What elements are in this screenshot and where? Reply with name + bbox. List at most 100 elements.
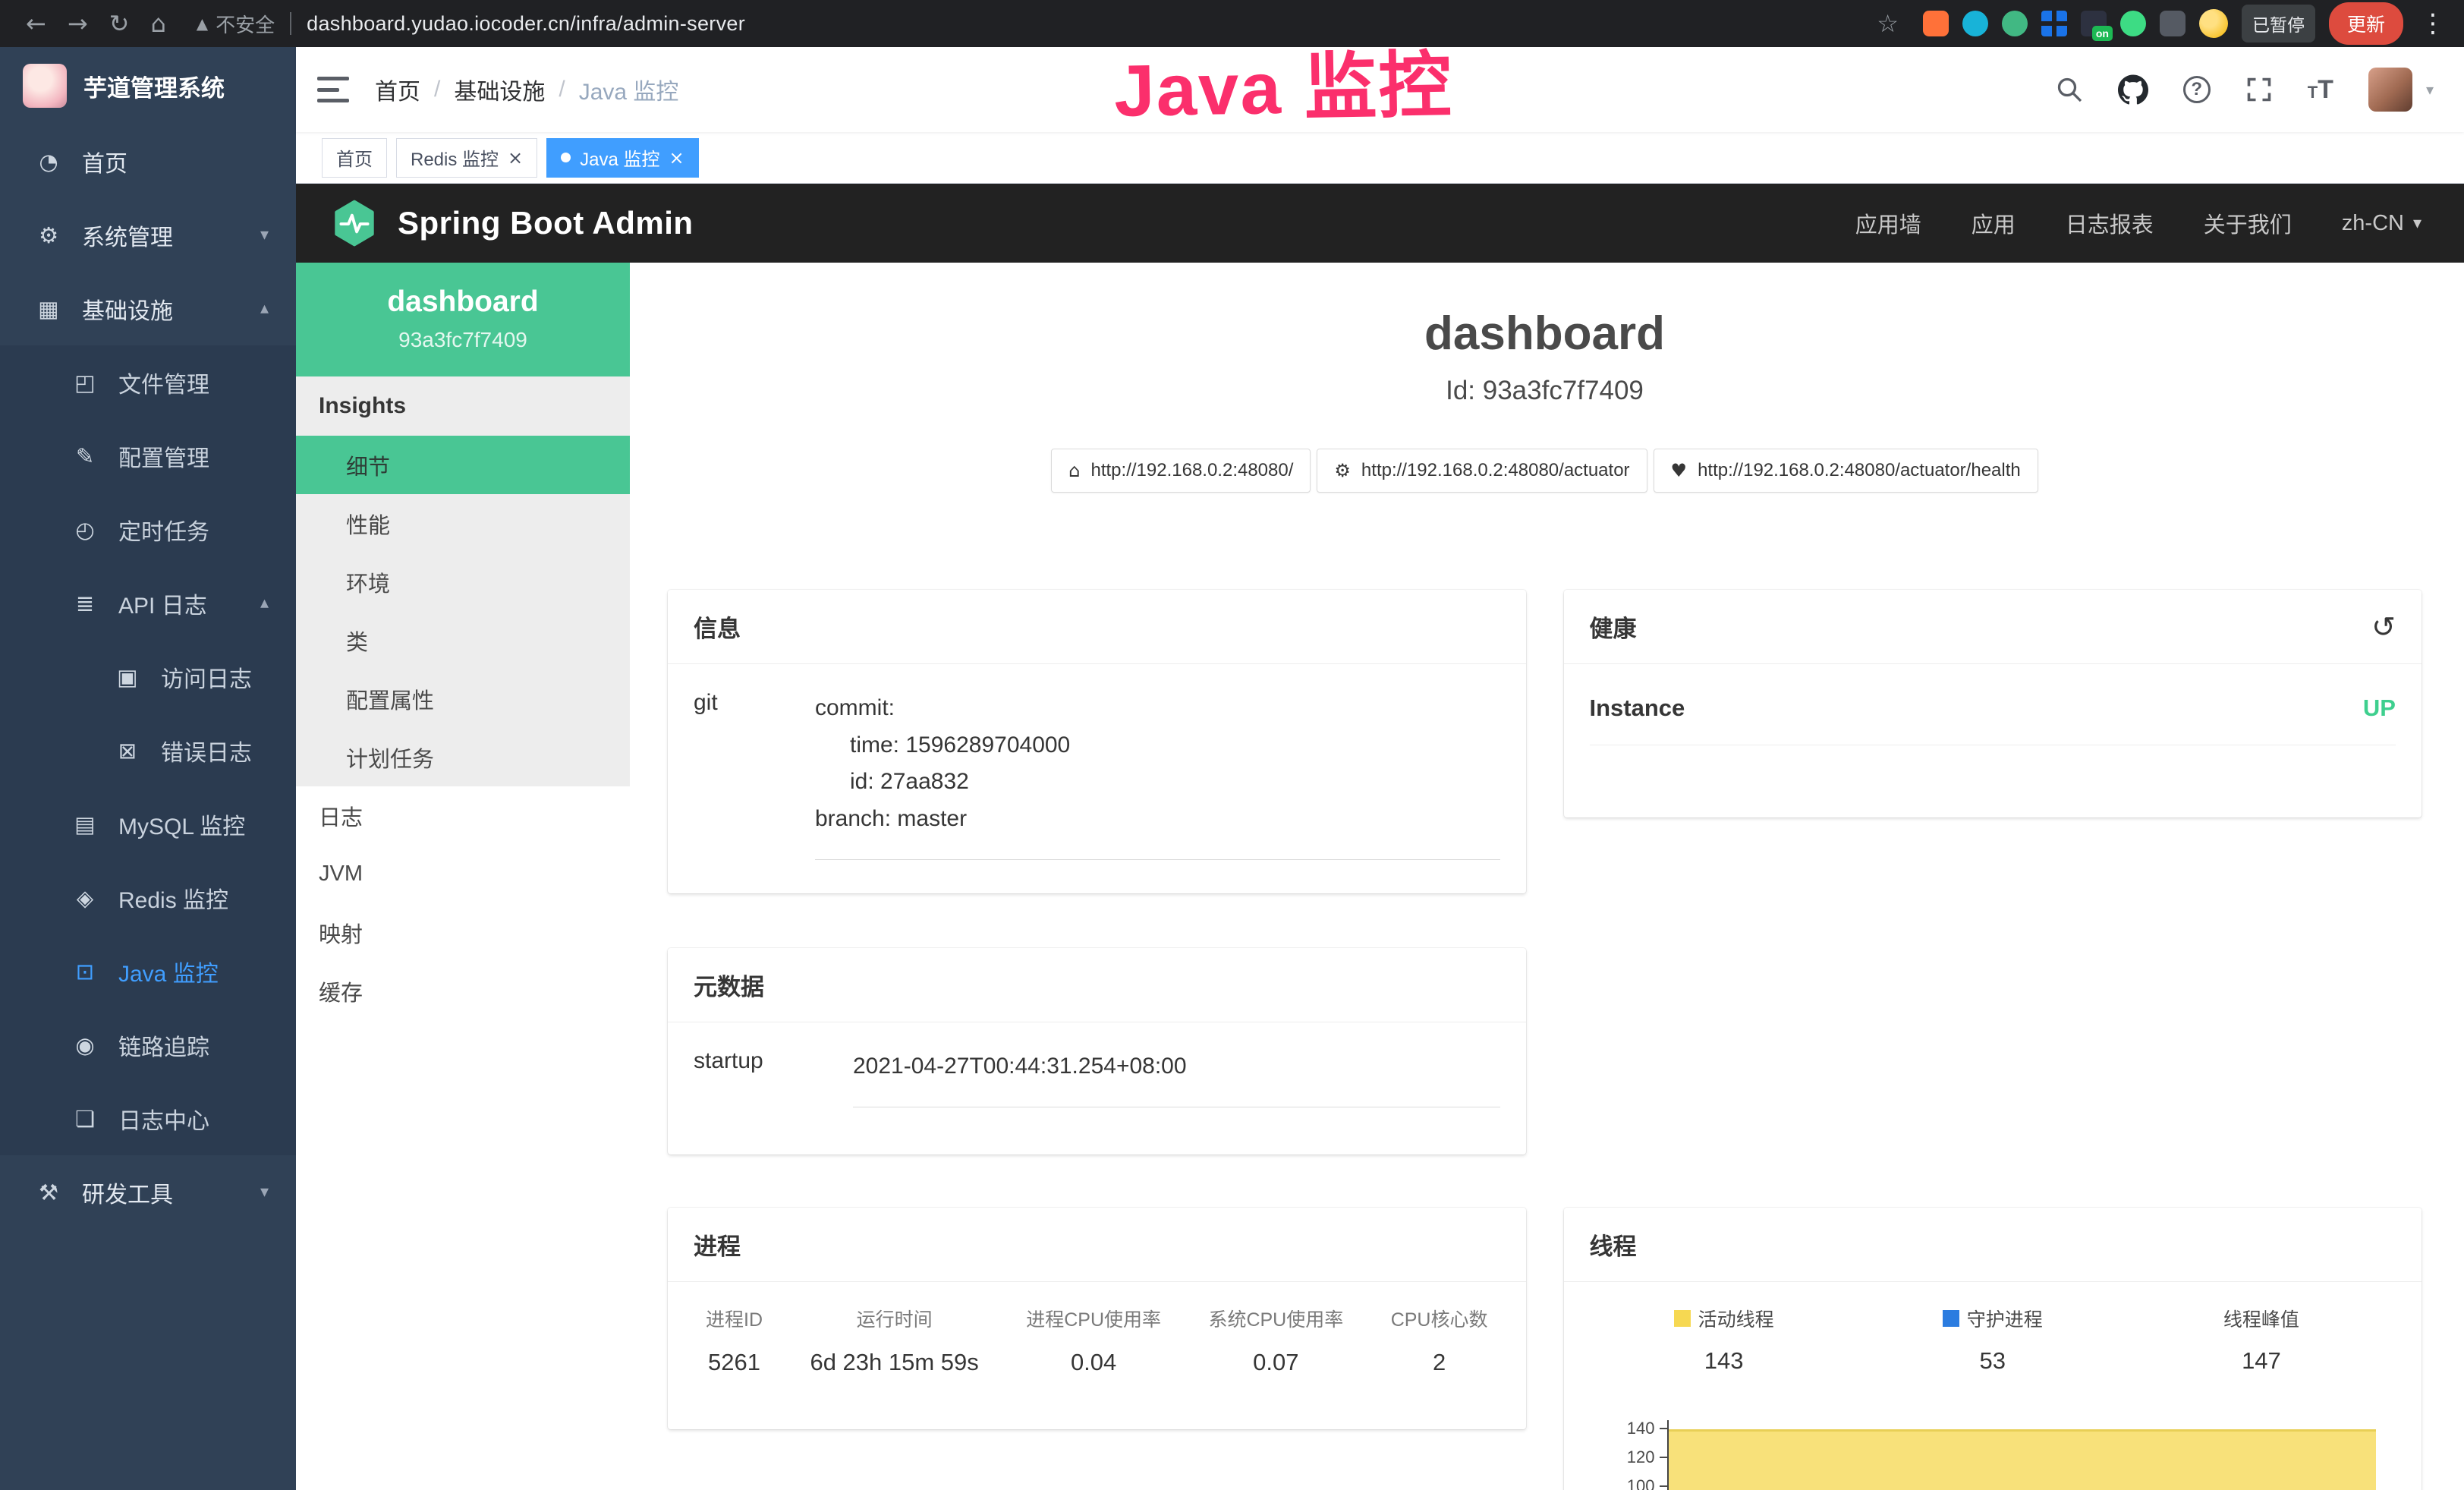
paused-badge[interactable]: 已暂停 bbox=[2242, 5, 2315, 43]
sidebar-item-error-log[interactable]: ⊠ 错误日志 bbox=[0, 713, 296, 787]
extension-icon-pin[interactable] bbox=[1962, 11, 1988, 36]
sidebar-item-label: 文件管理 bbox=[118, 366, 209, 399]
extension-icon-fox[interactable] bbox=[1923, 11, 1949, 36]
log-center-icon: ❏ bbox=[71, 1106, 99, 1132]
redis-icon: ◈ bbox=[71, 885, 99, 911]
extension-icon-switch[interactable]: on bbox=[2081, 11, 2107, 36]
sba-item-caches[interactable]: 缓存 bbox=[296, 962, 630, 1020]
sba-item-environment[interactable]: 环境 bbox=[296, 553, 630, 611]
item-label: 细节 bbox=[346, 449, 390, 481]
health-url-link[interactable]: ♥ http://192.168.0.2:48080/actuator/heal… bbox=[1654, 449, 2038, 493]
chevron-down-icon: ▾ bbox=[2413, 214, 2422, 233]
url-text[interactable]: dashboard.yudao.iocoder.cn/infra/admin-s… bbox=[307, 12, 745, 36]
sba-nav: 应用墙 应用 日志报表 关于我们 zh-CN ▾ bbox=[1855, 207, 2422, 239]
update-button[interactable]: 更新 bbox=[2329, 2, 2403, 45]
sidebar-item-tracing[interactable]: ◉ 链路追踪 bbox=[0, 1008, 296, 1082]
sba-nav-about[interactable]: 关于我们 bbox=[2204, 207, 2292, 239]
sba-item-logs[interactable]: 日志 bbox=[296, 786, 630, 845]
sba-item-mappings[interactable]: 映射 bbox=[296, 903, 630, 962]
collapse-sidebar-icon[interactable] bbox=[317, 77, 349, 102]
extension-icon-puzzle[interactable] bbox=[2160, 11, 2186, 36]
sidebar-item-dev-tools[interactable]: ⚒ 研发工具 ▾ bbox=[0, 1155, 296, 1229]
sidebar-item-access-log[interactable]: ▣ 访问日志 bbox=[0, 640, 296, 713]
search-icon[interactable] bbox=[2056, 76, 2083, 103]
instance-id: 93a3fc7f7409 bbox=[304, 328, 622, 352]
sba-language-select[interactable]: zh-CN ▾ bbox=[2342, 211, 2422, 236]
extension-icon-leaf[interactable] bbox=[2120, 11, 2146, 36]
sidebar-item-java-monitor[interactable]: ⊡ Java 监控 bbox=[0, 934, 296, 1008]
tab-home[interactable]: 首页 bbox=[322, 138, 387, 178]
history-icon[interactable]: ↺ bbox=[2371, 613, 2396, 641]
sidebar-item-mysql-monitor[interactable]: ▤ MySQL 监控 bbox=[0, 787, 296, 861]
chevron-up-icon: ▴ bbox=[260, 594, 269, 613]
instance-links: ⌂ http://192.168.0.2:48080/ ⚙ http://192… bbox=[668, 449, 2422, 493]
instance-header: dashboard 93a3fc7f7409 bbox=[296, 263, 630, 376]
sidebar-item-api-log[interactable]: ≣ API 日志 ▴ bbox=[0, 566, 296, 640]
tab-label: Redis 监控 bbox=[411, 144, 499, 171]
home-icon[interactable]: ⌂ bbox=[150, 9, 165, 38]
sidebar-item-label: 基础设施 bbox=[82, 292, 173, 326]
breadcrumb-separator: / bbox=[434, 77, 440, 102]
actuator-url-link[interactable]: ⚙ http://192.168.0.2:48080/actuator bbox=[1317, 449, 1647, 493]
sba-item-jvm[interactable]: JVM bbox=[296, 845, 630, 903]
reload-icon[interactable]: ↻ bbox=[109, 9, 130, 38]
sidebar-item-config-manage[interactable]: ✎ 配置管理 bbox=[0, 419, 296, 493]
forward-icon[interactable]: → bbox=[68, 9, 88, 38]
breadcrumb-separator: / bbox=[559, 77, 565, 102]
process-stat-cpu-cores: CPU核心数 2 bbox=[1391, 1305, 1488, 1376]
sba-item-config-props[interactable]: 配置属性 bbox=[296, 669, 630, 728]
fullscreen-icon[interactable] bbox=[2245, 76, 2273, 103]
sba-item-classes[interactable]: 类 bbox=[296, 611, 630, 669]
threads-card: 线程 活动线程 143 守护进程 bbox=[1564, 1208, 2422, 1490]
sidebar-item-label: Java 监控 bbox=[118, 955, 219, 988]
sidebar-item-system[interactable]: ⚙ 系统管理 ▾ bbox=[0, 198, 296, 272]
app-logo: 芋道管理系统 bbox=[0, 47, 296, 124]
health-instance-label: Instance bbox=[1590, 695, 1685, 722]
tools-icon: ⚒ bbox=[35, 1180, 62, 1205]
close-icon[interactable]: × bbox=[669, 147, 684, 169]
sidebar-item-redis-monitor[interactable]: ◈ Redis 监控 bbox=[0, 861, 296, 934]
service-url-link[interactable]: ⌂ http://192.168.0.2:48080/ bbox=[1051, 449, 1311, 493]
link-text: http://192.168.0.2:48080/actuator bbox=[1361, 460, 1630, 481]
breadcrumb-infra[interactable]: 基础设施 bbox=[454, 73, 545, 106]
avatar[interactable] bbox=[2368, 68, 2412, 112]
tab-java-monitor[interactable]: Java 监控 × bbox=[546, 138, 698, 178]
sidebar-item-label: 访问日志 bbox=[161, 660, 252, 694]
chart-plot-area bbox=[1667, 1420, 2396, 1490]
security-label[interactable]: 不安全 bbox=[216, 10, 275, 38]
breadcrumb-home[interactable]: 首页 bbox=[375, 73, 420, 106]
card-title: 线程 bbox=[1590, 1227, 1637, 1262]
sba-logo-icon[interactable] bbox=[331, 200, 378, 247]
github-icon[interactable] bbox=[2118, 74, 2148, 105]
emoji-face-icon[interactable] bbox=[2199, 9, 2228, 38]
sba-sidebar: dashboard 93a3fc7f7409 Insights 细节 性能 环境… bbox=[296, 263, 630, 1490]
font-size-icon[interactable]: TT bbox=[2308, 75, 2333, 105]
help-icon[interactable]: ? bbox=[2183, 76, 2211, 103]
tab-redis-monitor[interactable]: Redis 监控 × bbox=[396, 138, 537, 178]
extension-icon-vue[interactable] bbox=[2002, 11, 2028, 36]
close-icon[interactable]: × bbox=[508, 147, 523, 169]
sba-nav-journal[interactable]: 日志报表 bbox=[2066, 207, 2154, 239]
sba-nav-applications[interactable]: 应用 bbox=[1972, 207, 2016, 239]
address-bar[interactable]: ▲ 不安全 dashboard.yudao.iocoder.cn/infra/a… bbox=[197, 10, 745, 38]
browser-menu-icon[interactable]: ⋮ bbox=[2420, 8, 2446, 39]
legend-daemon-threads: 守护进程 53 bbox=[1858, 1305, 2127, 1375]
sidebar-item-scheduled-jobs[interactable]: ◴ 定时任务 bbox=[0, 493, 296, 566]
stat-header: CPU核心数 bbox=[1391, 1305, 1488, 1332]
sidebar-item-file-manage[interactable]: ◰ 文件管理 bbox=[0, 345, 296, 419]
info-row-git: git commit: time: 1596289704000 id: 27aa… bbox=[694, 664, 1500, 859]
sba-nav-wallboard[interactable]: 应用墙 bbox=[1855, 207, 1921, 239]
sba-item-details[interactable]: 细节 bbox=[296, 436, 630, 494]
screen: ← → ↻ ⌂ ▲ 不安全 dashboard.yudao.iocoder.cn… bbox=[0, 0, 2464, 1490]
sidebar-item-log-center[interactable]: ❏ 日志中心 bbox=[0, 1082, 296, 1155]
sba-item-metrics[interactable]: 性能 bbox=[296, 494, 630, 553]
legend-value: 143 bbox=[1590, 1347, 1858, 1375]
back-icon[interactable]: ← bbox=[26, 9, 46, 38]
axis-tick: 120 bbox=[1627, 1447, 1655, 1467]
sba-item-scheduled-tasks[interactable]: 计划任务 bbox=[296, 728, 630, 786]
extension-icon-grid[interactable] bbox=[2041, 11, 2067, 36]
sidebar-item-home[interactable]: ◔ 首页 bbox=[0, 124, 296, 198]
sba-brand-title[interactable]: Spring Boot Admin bbox=[398, 205, 694, 241]
bookmark-star-icon[interactable]: ☆ bbox=[1877, 9, 1899, 38]
sidebar-item-infra[interactable]: ▦ 基础设施 ▴ bbox=[0, 272, 296, 345]
